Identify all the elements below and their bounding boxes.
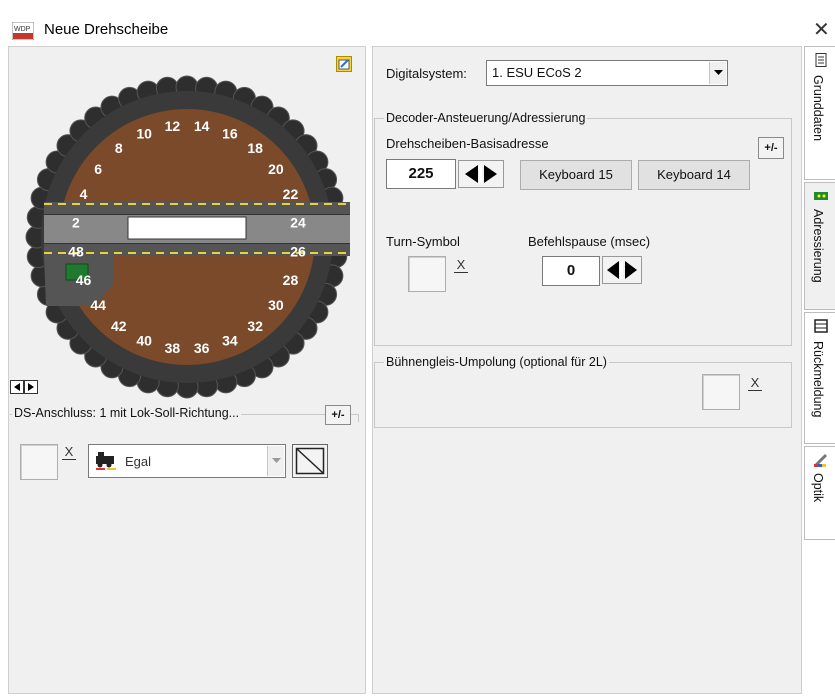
tab-adressierung[interactable]: Adressierung [804,182,835,310]
ds-plus-minus-button[interactable]: +/- [325,405,351,425]
ds-checkbox[interactable] [20,444,58,480]
track-label: 2 [72,214,80,230]
track-label: 36 [194,340,210,356]
ds-x-toggle[interactable]: X [62,445,76,460]
track-label: 12 [165,118,181,134]
document-icon [815,53,827,67]
digitalsystem-select[interactable]: 1. ESU ECoS 2 [486,60,728,86]
chevron-down-icon[interactable] [267,446,284,476]
track-label: 34 [222,332,238,348]
track-label: 48 [68,244,84,260]
chevron-down-icon[interactable] [709,62,726,84]
decoder-group-label: Decoder-Ansteuerung/Adressierung [384,111,588,125]
paint-brush-icon [814,453,828,467]
decoder-chip-icon [814,192,828,200]
digitalsystem-value: 1. ESU ECoS 2 [492,65,582,80]
ds-anschluss-label: DS-Anschluss: 1 mit Lok-Soll-Richtung... [12,406,242,420]
umpolung-x-toggle[interactable]: X [748,376,762,391]
base-address-label: Drehscheiben-Basisadresse [386,136,549,151]
direction-combo[interactable]: Egal [88,444,286,478]
no-direction-icon[interactable] [292,444,328,478]
track-label: 8 [115,140,123,156]
tab-label-adressierung: Adressierung [811,209,825,283]
track-label: 38 [165,340,181,356]
turn-symbol-checkbox[interactable] [408,256,446,292]
base-address-input[interactable]: 225 [386,159,456,189]
track-label: 6 [94,161,102,177]
turn-symbol-x-toggle[interactable]: X [454,258,468,273]
close-button[interactable]: ✕ [813,17,830,42]
track-label: 26 [290,244,306,260]
track-label: 4 [80,186,88,202]
turn-symbol-label: Turn-Symbol [386,234,460,249]
track-label: 20 [268,161,284,177]
track-contact-icon [814,319,828,333]
track-label: 22 [283,186,299,202]
track-label: 42 [111,318,127,334]
title-bar: WDP Neue Drehscheibe ✕ [0,0,835,44]
tab-rueckmeldung[interactable]: Rückmeldung [804,312,835,444]
app-icon: WDP [12,22,34,40]
edit-icon[interactable] [336,56,352,72]
tab-grunddaten[interactable]: Grunddaten [804,46,835,180]
address-plus-minus-button[interactable]: +/- [758,137,784,159]
track-label: 30 [268,297,284,313]
track-label: 16 [222,126,238,142]
tab-label-grunddaten: Grunddaten [811,75,825,142]
decoder-group [374,118,792,346]
track-label: 46 [76,272,92,288]
digitalsystem-label: Digitalsystem: [386,66,467,81]
track-label: 28 [283,272,299,288]
locomotive-icon [96,452,116,470]
svg-text:WDP: WDP [14,26,31,33]
track-label: 40 [136,332,152,348]
umpolung-group-label: Bühnengleis-Umpolung (optional für 2L) [384,355,609,369]
track-label: 14 [194,118,210,134]
track-label: 10 [136,126,152,142]
track-label: 18 [247,140,263,156]
tab-label-optik: Optik [811,473,825,503]
vertical-tab-strip: Grunddaten Adressierung Rückmeldung Opti… [802,46,835,692]
befehlspause-spinner[interactable] [602,256,642,284]
umpolung-checkbox[interactable] [702,374,740,410]
turntable-graphic[interactable]: 246810 12 14 161820222426283032343638404244… [24,74,350,400]
keyboard-15-button[interactable]: Keyboard 15 [520,160,632,190]
track-label: 24 [290,214,306,230]
keyboard-14-button[interactable]: Keyboard 14 [638,160,750,190]
track-label: 32 [247,318,263,334]
tab-label-rueckmeldung: Rückmeldung [811,341,825,418]
window-title: Neue Drehscheibe [44,21,169,38]
befehlspause-input[interactable]: 0 [542,256,600,286]
tab-optik[interactable]: Optik [804,446,835,540]
turntable-rotate-arrows[interactable] [10,380,40,394]
direction-combo-value: Egal [125,454,152,469]
track-label: 44 [90,297,106,313]
befehlspause-label: Befehlspause (msec) [528,234,651,249]
base-address-spinner[interactable] [458,160,504,188]
